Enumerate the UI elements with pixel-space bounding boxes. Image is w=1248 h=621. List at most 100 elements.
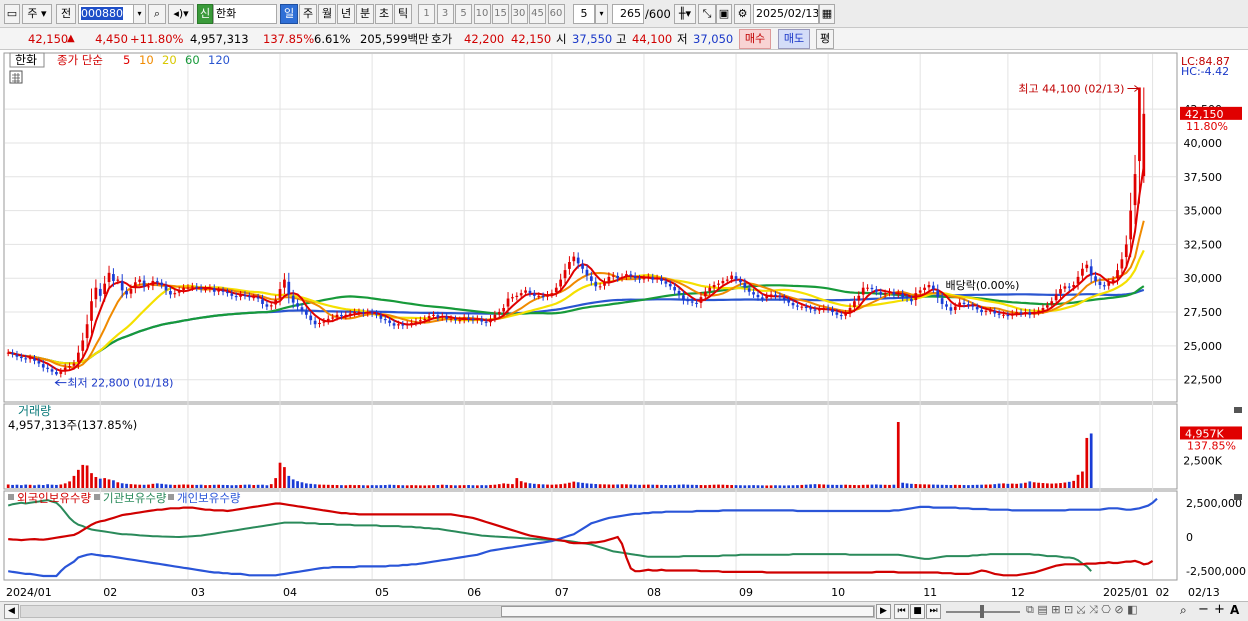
interval-button-15[interactable]: 15	[492, 4, 509, 24]
interval-button-45[interactable]: 45	[529, 4, 546, 24]
volume-bar	[239, 484, 242, 488]
date-tick-label: 12	[1011, 586, 1025, 599]
period-tab-0[interactable]: 일	[280, 4, 298, 24]
candle-body	[747, 288, 751, 292]
stock-name-field[interactable]: 한화	[213, 4, 277, 24]
volume-bar	[936, 484, 940, 488]
candle-body	[646, 276, 650, 279]
period-tab-2[interactable]: 월	[318, 4, 336, 24]
code-dropdown-icon[interactable]: ▾	[133, 4, 146, 24]
candle-body	[383, 319, 387, 321]
forward-icon[interactable]: ⏭	[926, 604, 941, 619]
search-icon[interactable]: ⌕	[148, 4, 166, 24]
volume-bar	[1054, 483, 1058, 488]
ma-legend-item: 20	[162, 53, 177, 67]
ma-legend-item: 120	[208, 53, 230, 67]
prev-button[interactable]: 전	[56, 4, 76, 24]
period-select[interactable]: 주 ▾	[22, 4, 52, 24]
interval-button-60[interactable]: 60	[547, 4, 565, 24]
volume-bar	[366, 485, 370, 488]
candle-body	[361, 312, 365, 314]
volume-bar	[199, 484, 203, 488]
font-size-button[interactable]: A	[1230, 603, 1239, 617]
candle-body	[186, 287, 190, 289]
low-label: 저	[677, 32, 688, 46]
interval-button-1[interactable]: 1	[418, 4, 435, 24]
candle-body	[594, 281, 598, 287]
volume-bar	[94, 477, 98, 488]
volume-bar	[63, 483, 67, 488]
volume-bar	[616, 484, 620, 488]
date-input[interactable]: 2025/02/13	[753, 4, 819, 24]
candle-body	[581, 264, 584, 269]
volume-bar	[607, 484, 611, 488]
candle-body	[142, 280, 146, 287]
ma-legend-item: 10	[139, 53, 154, 67]
candle-body	[519, 293, 523, 296]
volume-bar	[760, 485, 764, 488]
custom-interval-dropdown-icon[interactable]: ▾	[595, 4, 608, 24]
candle-body	[449, 318, 453, 320]
eval-button[interactable]: 평	[816, 29, 834, 49]
scroll-thumb[interactable]	[501, 606, 874, 617]
price-tick-label: 25,000	[1184, 340, 1223, 353]
period-tab-1[interactable]: 주	[299, 4, 317, 24]
period-tab-3[interactable]: 년	[337, 4, 355, 24]
period-tab-6[interactable]: 틱	[394, 4, 412, 24]
buy-button[interactable]: 매수	[739, 29, 771, 49]
zoom-out-button[interactable]: −	[1198, 602, 1209, 617]
volume-bar	[361, 485, 365, 488]
save-icon[interactable]: ▣	[716, 4, 732, 24]
candle-body	[717, 283, 720, 285]
price-chart[interactable]: 22,500 25,000 27,500 30,000 32,500 35,000 37,5…	[0, 50, 1248, 601]
candle-body	[190, 286, 194, 288]
count-input[interactable]: 265	[612, 4, 644, 24]
scroll-right-icon[interactable]: ▶	[876, 604, 891, 619]
speed-slider-handle[interactable]	[980, 605, 984, 618]
period-tab-4[interactable]: 분	[356, 4, 374, 24]
volume-bar	[752, 485, 755, 488]
candle-body	[445, 316, 449, 319]
date-tick-label: 02	[1156, 586, 1170, 599]
candle-body	[458, 320, 462, 322]
volume-bar	[642, 484, 646, 488]
interval-button-5[interactable]: 5	[455, 4, 472, 24]
volume-bar	[243, 484, 247, 488]
candle-body	[822, 308, 826, 310]
drawing-tools-icon[interactable]: ⧉ ▤ ⊞ ⊡ ⤩ ⤨ ⎔ ⊘ ◧	[1026, 603, 1137, 617]
period-tab-5[interactable]: 초	[375, 4, 393, 24]
volume-bar	[190, 484, 194, 488]
candle-type-icon[interactable]: ╫▾	[674, 4, 696, 24]
volume-bar	[445, 484, 449, 488]
interval-button-30[interactable]: 30	[510, 4, 528, 24]
candle-body	[226, 291, 229, 294]
interval-button-10[interactable]: 10	[473, 4, 491, 24]
volume-bar	[230, 485, 234, 488]
speed-slider[interactable]	[946, 605, 1020, 618]
volume-bar	[493, 484, 497, 488]
zoom-icon[interactable]: ⌕	[1180, 603, 1187, 618]
interval-button-3[interactable]: 3	[436, 4, 454, 24]
speaker-icon[interactable]: ◂)▾	[168, 4, 194, 24]
stop-icon[interactable]: ■	[910, 604, 925, 619]
holding-legend-item: 개인보유수량	[177, 491, 241, 505]
custom-interval-field[interactable]: 5	[573, 4, 595, 24]
scroll-track[interactable]	[20, 605, 875, 618]
candle-body	[721, 280, 725, 284]
candle-body	[616, 275, 620, 279]
volume-bar	[774, 485, 777, 488]
volume-bar	[112, 480, 115, 488]
zoom-in-button[interactable]: +	[1214, 602, 1225, 617]
gear-icon[interactable]: ⚙	[734, 4, 751, 24]
calendar-icon[interactable]: ▦	[819, 4, 835, 24]
window-menu-icon[interactable]: ▭	[4, 4, 20, 24]
rewind-icon[interactable]: ⏮	[894, 604, 909, 619]
draw-tool-icon[interactable]: ⤡	[698, 4, 716, 24]
candle-body	[804, 306, 808, 308]
scroll-left-icon[interactable]: ◀	[4, 604, 19, 619]
sell-button[interactable]: 매도	[778, 29, 810, 49]
volume-bar	[226, 485, 229, 488]
volume-bar	[33, 485, 36, 488]
candle-body	[664, 281, 668, 284]
date-tick-label: 07	[555, 586, 569, 599]
